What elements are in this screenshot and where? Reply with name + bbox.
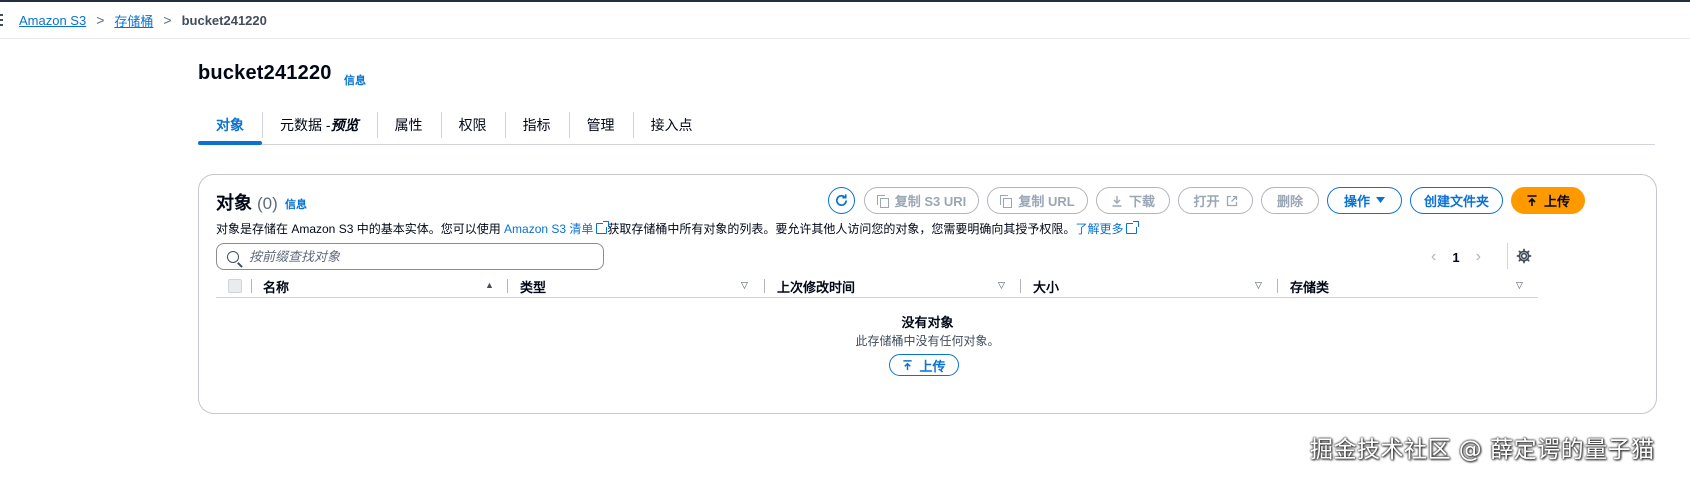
tab-metrics[interactable]: 指标 — [504, 106, 569, 144]
tab-bar: 对象 元数据 - 预览 属性 权限 指标 管理 接入点 — [198, 106, 1655, 145]
inventory-link[interactable]: Amazon S3 清单 — [504, 221, 610, 236]
page-number[interactable]: 1 — [1452, 250, 1459, 265]
tab-permissions[interactable]: 权限 — [440, 106, 505, 144]
tab-preview-suffix: 预览 — [330, 117, 359, 133]
menu-icon[interactable] — [0, 14, 3, 28]
tab-metadata-preview[interactable]: 元数据 - 预览 — [262, 106, 377, 144]
copy-url-button[interactable]: 复制 URL — [987, 187, 1088, 214]
tab-label: 管理 — [586, 117, 615, 133]
panel-title-text: 对象 — [216, 193, 252, 213]
column-header-storage-class[interactable]: 存储类 — [1290, 275, 1329, 297]
next-page-icon[interactable]: › — [1476, 248, 1481, 266]
column-header-last-modified[interactable]: 上次修改时间 — [777, 275, 855, 297]
breadcrumb-current: bucket241220 — [181, 12, 267, 28]
refresh-button[interactable] — [828, 187, 855, 214]
external-link-icon — [1126, 221, 1140, 234]
gear-icon[interactable] — [1516, 248, 1532, 264]
upload-icon — [903, 359, 913, 370]
column-divider — [1277, 279, 1278, 293]
search-icon — [227, 250, 239, 263]
tab-properties[interactable]: 属性 — [376, 106, 441, 144]
breadcrumb: Amazon S3 > 存储桶 > bucket241220 — [0, 2, 1690, 39]
copy-s3-uri-button[interactable]: 复制 S3 URI — [864, 187, 979, 214]
sort-desc-icon[interactable]: ▽ — [1255, 280, 1262, 291]
table-header: 名称 ▲ 类型 ▽ 上次修改时间 ▽ 大小 ▽ 存储类 ▽ — [216, 275, 1538, 298]
panel-title: 对象 (0) — [216, 189, 278, 215]
page-info-link[interactable]: 信息 — [344, 72, 366, 88]
copy-url-label: 复制 URL — [1018, 194, 1075, 209]
upload-button[interactable]: 上传 — [1511, 187, 1585, 214]
learn-more-link[interactable]: 了解更多 — [1075, 221, 1140, 236]
tab-label: 指标 — [522, 117, 551, 133]
refresh-icon — [836, 194, 848, 206]
column-divider — [1020, 279, 1021, 293]
tab-label: 权限 — [458, 117, 487, 133]
open-button[interactable]: 打开 — [1178, 187, 1253, 214]
download-label: 下载 — [1128, 194, 1155, 209]
watermark: 掘金技术社区 @ 薛定谔的量子猫 — [1310, 437, 1655, 463]
search-box — [216, 243, 604, 270]
sort-asc-icon[interactable]: ▲ — [485, 280, 494, 290]
search-input[interactable] — [247, 248, 581, 265]
breadcrumb-buckets[interactable]: 存储桶 — [114, 11, 153, 30]
external-link-icon — [1226, 195, 1237, 206]
column-divider — [764, 279, 765, 293]
open-label: 打开 — [1193, 194, 1220, 209]
upload-icon — [1527, 194, 1537, 206]
actions-dropdown[interactable]: 操作 — [1327, 187, 1402, 214]
create-folder-button[interactable]: 创建文件夹 — [1410, 187, 1503, 214]
inventory-link-label: Amazon S3 清单 — [504, 222, 594, 236]
select-all-checkbox[interactable] — [228, 279, 242, 293]
empty-upload-label: 上传 — [919, 358, 946, 374]
delete-button[interactable]: 删除 — [1261, 187, 1319, 214]
copy-icon — [1000, 194, 1013, 208]
create-folder-label: 创建文件夹 — [1423, 194, 1489, 209]
sort-desc-icon[interactable]: ▽ — [741, 280, 748, 291]
column-divider — [507, 279, 508, 293]
description-text: 获取存储桶中所有对象的列表。要允许其他人访问您的对象，您需要明确向其授予权限。 — [607, 222, 1076, 236]
empty-state-title: 没有对象 — [901, 315, 954, 330]
pagination: ‹ 1 › — [1431, 245, 1481, 269]
copy-s3-uri-label: 复制 S3 URI — [894, 194, 967, 209]
panel-info-link[interactable]: 信息 — [285, 196, 307, 212]
tab-objects[interactable]: 对象 — [198, 106, 262, 145]
panel-description: 对象是存储在 Amazon S3 中的基本实体。您可以使用 Amazon S3 … — [216, 220, 1140, 237]
tab-management[interactable]: 管理 — [568, 106, 633, 144]
actions-label: 操作 — [1343, 194, 1370, 209]
external-link-icon — [596, 221, 610, 234]
breadcrumb-amazon-s3[interactable]: Amazon S3 — [19, 13, 86, 28]
sort-desc-icon[interactable]: ▽ — [998, 280, 1005, 291]
copy-icon — [876, 194, 889, 208]
column-header-name[interactable]: 名称 — [263, 275, 289, 297]
column-header-size[interactable]: 大小 — [1033, 275, 1059, 297]
page-title: bucket241220 — [198, 62, 332, 84]
prev-page-icon[interactable]: ‹ — [1431, 248, 1436, 266]
tab-access-points[interactable]: 接入点 — [632, 106, 711, 144]
tab-label: 对象 — [216, 117, 244, 133]
column-divider — [251, 279, 252, 293]
empty-state-description: 此存储桶中没有任何对象。 — [855, 334, 1000, 348]
learn-more-label: 了解更多 — [1075, 222, 1124, 236]
object-count: (0) — [257, 194, 278, 213]
empty-state-upload-button[interactable]: 上传 — [889, 354, 959, 376]
chevron-right-icon: > — [163, 12, 172, 28]
download-button[interactable]: 下载 — [1096, 187, 1170, 214]
divider — [1507, 243, 1508, 269]
caret-down-icon — [1376, 197, 1385, 203]
chevron-right-icon: > — [96, 12, 105, 28]
tab-label: 属性 — [394, 117, 423, 133]
delete-label: 删除 — [1276, 194, 1303, 209]
tab-label: 元数据 - — [280, 117, 331, 133]
tab-label: 接入点 — [650, 117, 693, 133]
column-header-type[interactable]: 类型 — [520, 275, 546, 297]
upload-label: 上传 — [1543, 194, 1570, 209]
description-text: 对象是存储在 Amazon S3 中的基本实体。您可以使用 — [216, 222, 505, 236]
download-icon — [1112, 195, 1122, 207]
objects-panel: 对象 (0) 信息 对象是存储在 Amazon S3 中的基本实体。您可以使用 … — [198, 174, 1657, 414]
sort-desc-icon[interactable]: ▽ — [1516, 280, 1523, 291]
